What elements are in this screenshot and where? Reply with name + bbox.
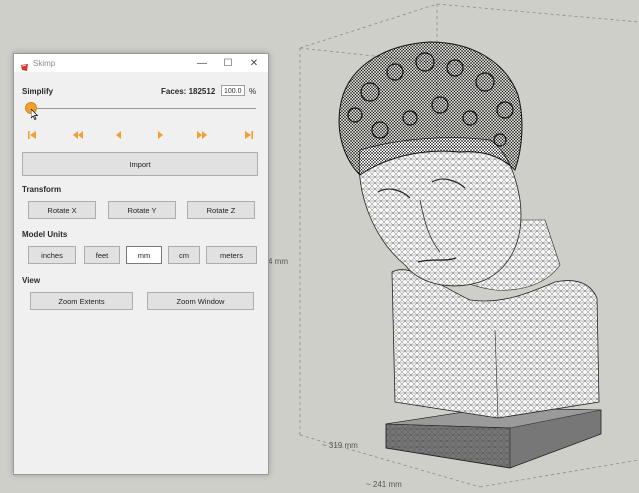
close-button[interactable]: ✕ — [242, 54, 266, 72]
step-back-icon[interactable] — [112, 128, 126, 142]
rotate-z-button[interactable]: Rotate Z — [187, 201, 255, 219]
depth-dimension-label: ~ 319 mm — [322, 441, 358, 450]
percent-sign: % — [249, 87, 257, 96]
bust-torso — [391, 269, 600, 419]
minimize-button[interactable]: — — [190, 54, 214, 72]
units-cm-button[interactable]: cm — [168, 246, 200, 264]
model-units-heading: Model Units — [22, 230, 68, 239]
simplify-heading: Simplify — [22, 87, 54, 96]
mouse-cursor-icon — [31, 109, 39, 120]
height-dimension-label: 4 mm — [268, 257, 288, 266]
import-button[interactable]: Import — [22, 152, 258, 176]
step-forward-icon[interactable] — [153, 128, 167, 142]
simplify-slider-track[interactable] — [31, 108, 256, 109]
zoom-window-button[interactable]: Zoom Window — [147, 292, 254, 310]
window-title: Skimp — [33, 58, 56, 68]
skimp-app-icon — [20, 59, 29, 71]
width-dimension-label: ~ 241 mm — [366, 480, 402, 489]
view-heading: View — [22, 276, 41, 285]
skip-to-end-icon[interactable] — [242, 128, 256, 142]
zoom-extents-button[interactable]: Zoom Extents — [30, 292, 133, 310]
fast-rewind-icon[interactable] — [71, 128, 85, 142]
window-titlebar[interactable]: Skimp — ☐ ✕ — [14, 54, 268, 72]
rotate-x-button[interactable]: Rotate X — [28, 201, 96, 219]
skip-to-start-icon[interactable] — [25, 128, 39, 142]
units-meters-button[interactable]: meters — [206, 246, 257, 264]
transform-heading: Transform — [22, 185, 62, 194]
units-mm-button[interactable]: mm — [126, 246, 162, 264]
maximize-button[interactable]: ☐ — [216, 54, 240, 72]
simplify-percent-input[interactable]: 100.0 — [221, 85, 245, 96]
rotate-y-button[interactable]: Rotate Y — [108, 201, 176, 219]
faces-count: Faces: 182512 — [161, 87, 216, 96]
units-inches-button[interactable]: inches — [28, 246, 76, 264]
units-feet-button[interactable]: feet — [84, 246, 120, 264]
skimp-window: Skimp — ☐ ✕ Simplify Faces: 182512 100.0… — [13, 53, 269, 475]
fast-forward-icon[interactable] — [195, 128, 209, 142]
